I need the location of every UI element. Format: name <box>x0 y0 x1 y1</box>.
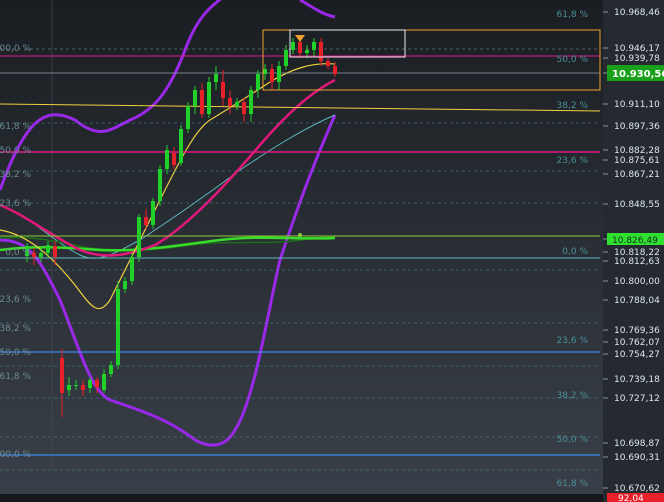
price-label: 10.867,21 <box>614 170 660 180</box>
price-label: 10.882,28 <box>614 146 660 156</box>
candle-body <box>242 102 246 114</box>
fib-label-right: 61,8 % <box>557 10 589 20</box>
candle-body <box>130 257 134 281</box>
candle-body <box>284 50 288 66</box>
indicator-price-label: 10.826,49 <box>612 236 658 246</box>
fib-label-right: 50,0 % <box>557 55 589 65</box>
price-label: 10.848,55 <box>614 200 660 210</box>
candle-body <box>95 380 99 387</box>
fib-label-left: 50,0 % <box>0 348 31 358</box>
candle-body <box>109 365 113 374</box>
candle-body <box>172 153 176 165</box>
price-label: 10.698,87 <box>614 439 660 449</box>
price-label: 10.769,36 <box>614 326 660 336</box>
candle-body <box>179 129 183 163</box>
price-label: 10.946,17 <box>614 44 660 54</box>
candle-body <box>102 374 106 390</box>
price-label: 10.800,00 <box>614 277 660 287</box>
candle-body <box>235 102 239 106</box>
fib-label-right: 38,2 % <box>557 101 589 111</box>
price-label: 10.762,07 <box>614 338 660 348</box>
candle-body <box>291 42 295 50</box>
fib-label-left: 38,2 % <box>0 170 31 180</box>
candle-body <box>228 98 232 106</box>
price-label: 10.690,31 <box>614 453 660 463</box>
candle-body <box>116 289 120 365</box>
price-label: 10.727,12 <box>614 394 660 404</box>
price-label: 10.968,46 <box>614 8 660 18</box>
candle-body <box>305 50 309 53</box>
candle-body <box>53 246 57 257</box>
price-label: 10.875,61 <box>614 156 660 166</box>
candle-body <box>186 106 190 129</box>
fib-label-right: 50,0 % <box>557 435 589 445</box>
candle-body <box>263 69 267 74</box>
candle-body <box>277 66 281 82</box>
candle-body <box>249 90 253 114</box>
candle-body <box>333 66 337 74</box>
price-chart[interactable]: 61,8 % 50,0 % 38,2 % 23,6 % 0,0 % 23,6 % 38,2 … <box>0 0 664 502</box>
price-label: 10.670,62 <box>614 484 660 494</box>
candle-body <box>46 245 50 253</box>
fib-label-left: 100,0 % <box>0 450 31 460</box>
fib-label-right: 38,2 % <box>557 391 589 401</box>
candle-body <box>221 82 225 98</box>
candle-body <box>123 281 127 289</box>
candle-body <box>207 82 211 114</box>
current-price-label: 10.930,56 <box>612 69 664 80</box>
price-label: 10.939,78 <box>614 54 660 64</box>
fib-label-left: 100,0 % <box>0 44 31 54</box>
candle-body <box>165 150 169 169</box>
candle-body <box>158 169 162 201</box>
bottom-indicator-label: 92,04 <box>618 494 644 502</box>
fib-label-right: 23,6 % <box>557 156 589 166</box>
candle-body <box>214 74 218 82</box>
candle-body <box>256 74 260 90</box>
indicator-dot <box>298 233 302 237</box>
price-label: 10.754,27 <box>614 350 660 360</box>
candle-body <box>67 385 71 390</box>
price-label: 10.812,63 <box>614 257 660 267</box>
fib-label-left: 23,6 % <box>0 199 31 209</box>
candle-body <box>193 90 197 106</box>
candle-body <box>200 90 204 114</box>
candle-body <box>81 385 85 390</box>
candle-body <box>144 217 148 225</box>
candle-body <box>151 201 155 225</box>
price-label: 10.897,36 <box>614 122 660 132</box>
price-label: 10.911,10 <box>614 100 660 110</box>
candle-body <box>270 69 274 82</box>
price-label: 10.739,18 <box>614 375 660 385</box>
fib-label-left: 50,0 % <box>0 146 31 156</box>
fib-label-right: 61,8 % <box>557 479 589 489</box>
candle-body <box>312 42 316 50</box>
candle-body <box>319 42 323 61</box>
fib-label-left: 38,2 % <box>0 324 31 334</box>
candle-body <box>74 385 78 386</box>
fib-label-left: 0,0 % <box>5 248 31 258</box>
fib-label-right: 23,6 % <box>557 336 589 346</box>
fib-label-left: 61,8 % <box>0 372 31 382</box>
candle-body <box>60 358 64 393</box>
sub-panel-strip <box>0 494 603 502</box>
fib-label-left: 23,6 % <box>0 295 31 305</box>
fib-label-left: 61,8 % <box>0 122 31 132</box>
candle-body <box>39 253 43 257</box>
price-label: 10.788,04 <box>614 296 660 306</box>
candle-body <box>88 380 92 388</box>
fib-label-right: 0,0 % <box>562 247 588 257</box>
candle-body <box>137 217 141 257</box>
candle-body <box>326 61 330 66</box>
candle-body <box>32 253 36 257</box>
candle-body <box>298 42 302 53</box>
